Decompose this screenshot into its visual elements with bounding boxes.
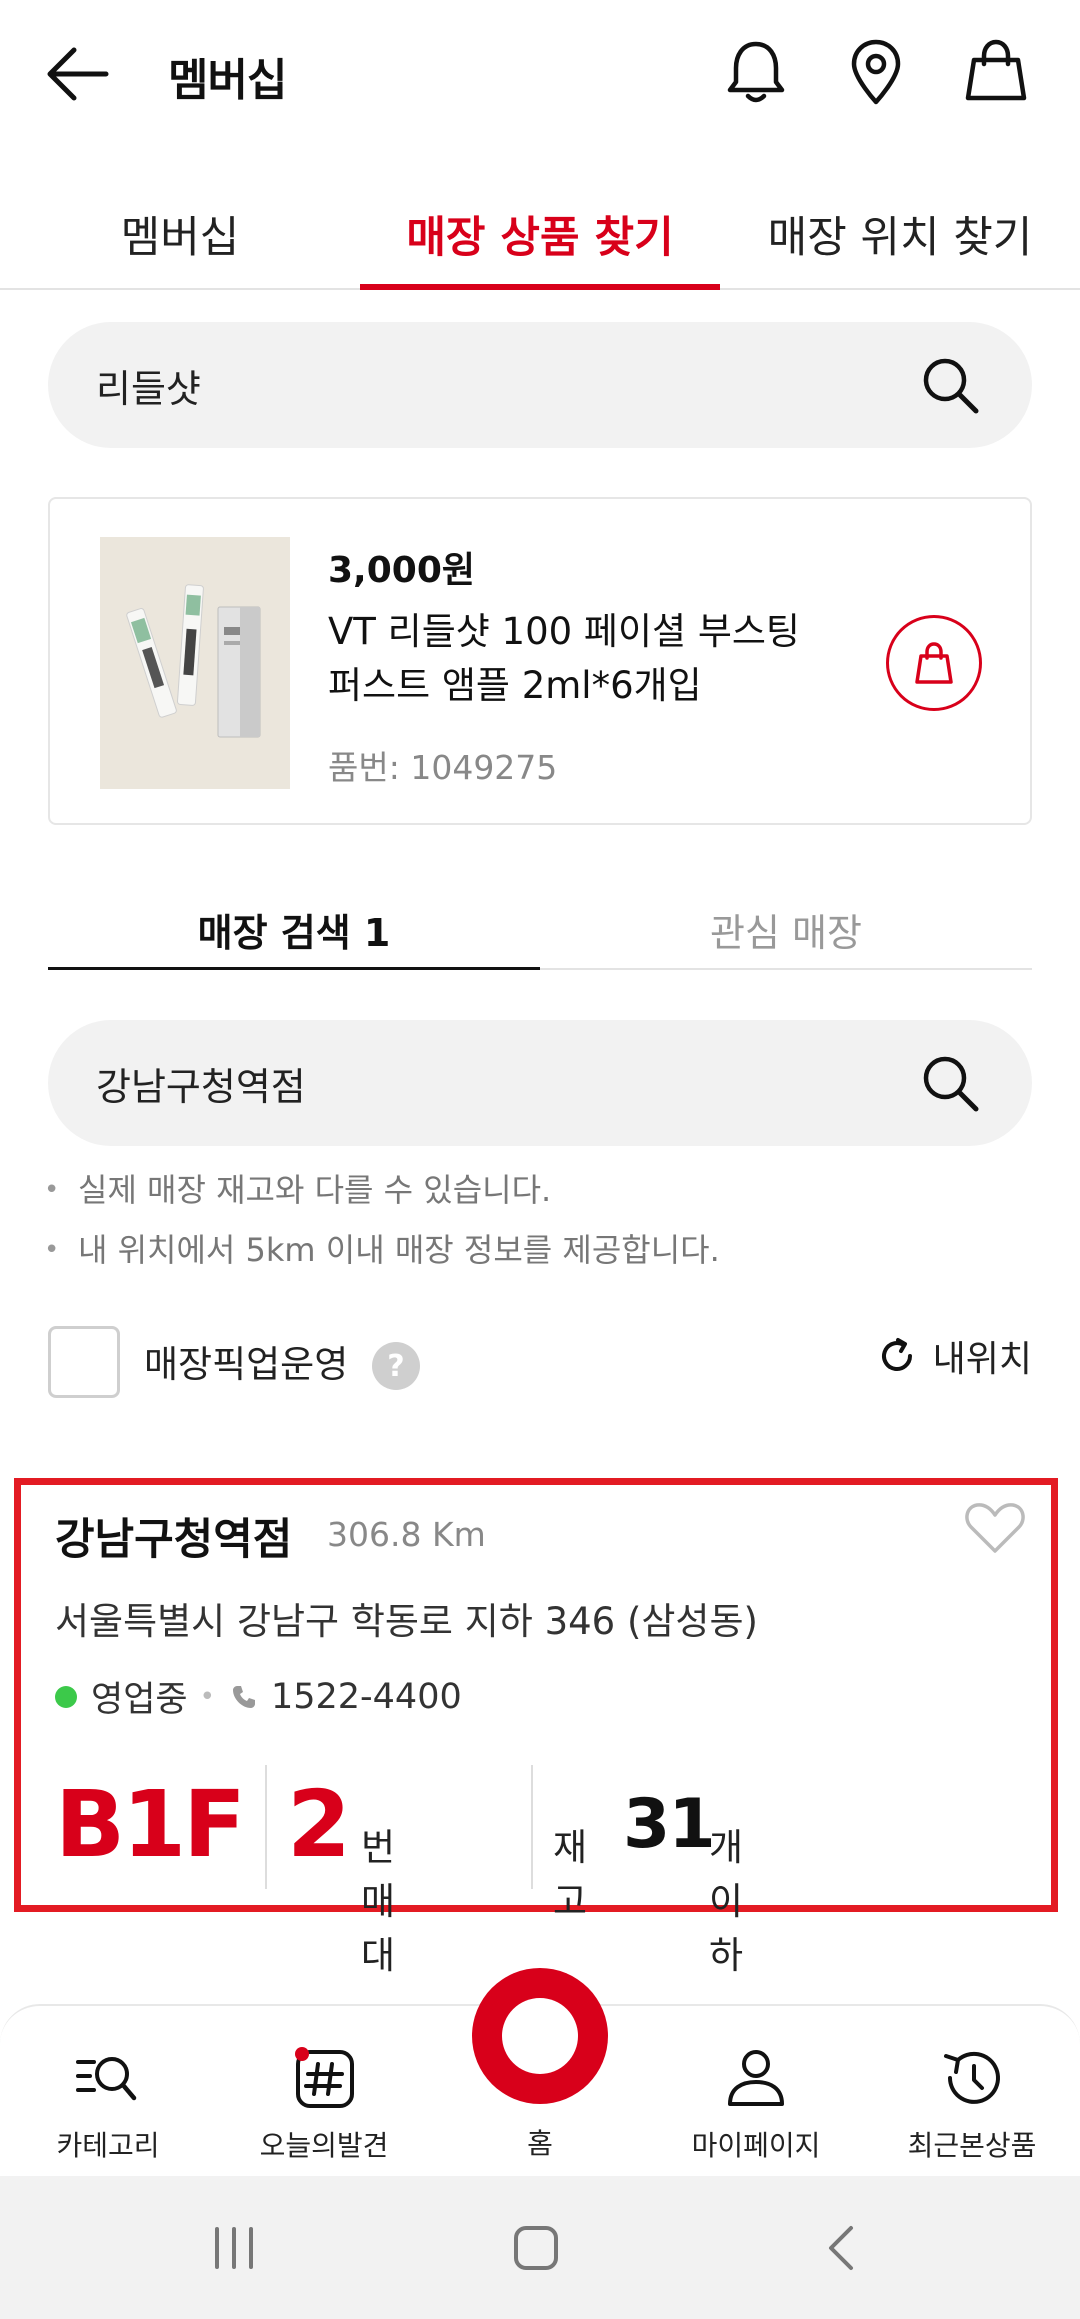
store-name: 강남구청역점 — [55, 1515, 293, 1565]
phone-icon — [232, 1685, 255, 1708]
bell-icon[interactable] — [718, 34, 794, 110]
stock-prefix: 재고 — [553, 1826, 588, 1923]
home-ring-icon[interactable] — [472, 1968, 608, 2104]
nav-today-discovery[interactable]: 오늘의발견 — [216, 2006, 432, 2178]
nav-recent-products-label: 최근본상품 — [907, 2129, 1037, 2162]
open-status-dot — [55, 1685, 77, 1708]
tab-store-search[interactable]: 매장 검색 1 — [48, 890, 540, 970]
add-to-cart-button[interactable] — [886, 615, 982, 711]
store-search-value[interactable]: 강남구청역점 — [96, 1020, 306, 1146]
my-location-button[interactable]: 내위치 — [877, 1330, 1032, 1382]
product-name[interactable]: VT 리들샷 100 페이셜 부스팅 퍼스트 앰플 2ml*6개입 — [328, 605, 808, 713]
stock-count: 31 — [623, 1785, 716, 1864]
shopping-bag-icon — [915, 642, 953, 684]
heart-icon[interactable] — [963, 1499, 1027, 1555]
product-search-value[interactable]: 리들샷 — [96, 322, 201, 448]
notice-list: 실제 매장 재고와 다를 수 있습니다. 내 위치에서 5km 이내 매장 정보… — [44, 1168, 1034, 1288]
location-pin-icon[interactable] — [838, 34, 914, 110]
product-price: 3,000원 — [328, 550, 475, 591]
top-tab-bar: 멤버십 매장 상품 찾기 매장 위치 찾기 — [0, 180, 1080, 290]
pickup-checkbox[interactable] — [48, 1326, 120, 1398]
refresh-icon — [881, 1338, 912, 1372]
product-image — [100, 537, 290, 789]
tab-membership[interactable]: 멤버십 — [0, 180, 360, 288]
search-icon[interactable] — [918, 353, 982, 417]
shelf-number: 2 — [287, 1771, 351, 1878]
history-icon — [936, 2042, 1008, 2114]
separator-dot: • — [199, 1681, 215, 1712]
store-tab-bar: 매장 검색 1 관심 매장 — [48, 890, 1032, 970]
store-search-input[interactable]: 강남구청역점 — [48, 1020, 1032, 1146]
notice-item: 실제 매장 재고와 다를 수 있습니다. — [44, 1168, 1034, 1228]
tab-store-location-search[interactable]: 매장 위치 찾기 — [720, 180, 1080, 288]
nav-category[interactable]: 카테고리 — [0, 2006, 216, 2178]
nav-recent-products[interactable]: 최근본상품 — [864, 2006, 1080, 2178]
category-search-icon — [72, 2042, 144, 2114]
hashtag-icon — [288, 2042, 360, 2114]
nav-category-label: 카테고리 — [56, 2129, 160, 2162]
store-result-card[interactable]: 강남구청역점 306.8 Km 서울특별시 강남구 학동로 지하 346 (삼성… — [14, 1478, 1058, 1977]
my-location-label[interactable]: 내위치 — [933, 1330, 1032, 1382]
nav-today-discovery-label: 오늘의발견 — [259, 2129, 389, 2162]
tab-store-product-search[interactable]: 매장 상품 찾기 — [360, 180, 720, 290]
nav-mypage[interactable]: 마이페이지 — [648, 2006, 864, 2178]
store-open-status: 영업중 — [91, 1680, 188, 1720]
notice-item: 내 위치에서 5km 이내 매장 정보를 제공합니다. — [44, 1228, 1034, 1288]
divider — [531, 1765, 533, 1889]
page-title: 멤버십 — [168, 55, 287, 106]
system-navigation-bar — [0, 2176, 1080, 2319]
store-distance: 306.8 Km — [327, 1515, 486, 1554]
stock-suffix: 개 이하 — [709, 1826, 744, 1977]
system-home-icon[interactable] — [476, 2176, 596, 2319]
search-icon[interactable] — [918, 1051, 982, 1115]
store-phone[interactable]: 1522-4400 — [271, 1677, 462, 1717]
store-floor: B1F — [55, 1771, 246, 1878]
back-arrow-icon[interactable] — [40, 38, 126, 110]
store-status-row: 영업중 • 1522-4400 — [55, 1671, 462, 1722]
shopping-bag-icon[interactable] — [958, 34, 1034, 110]
app-header: 멤버십 — [0, 0, 1080, 150]
nav-home-label[interactable]: 홈 — [432, 2122, 648, 2162]
help-icon[interactable]: ? — [372, 1342, 420, 1390]
system-back-icon[interactable] — [782, 2176, 902, 2319]
shelf-label: 번 매대 — [361, 1826, 396, 1977]
nav-mypage-label: 마이페이지 — [691, 2129, 821, 2162]
divider — [265, 1765, 267, 1889]
recent-apps-icon[interactable] — [174, 2176, 294, 2319]
product-code: 품번: 1049275 — [328, 748, 558, 787]
store-address: 서울특별시 강남구 학동로 지하 346 (삼성동) — [55, 1600, 758, 1643]
person-icon — [720, 2042, 792, 2114]
pickup-label[interactable]: 매장픽업운영 — [144, 1334, 348, 1388]
tab-favorite-stores[interactable]: 관심 매장 — [540, 890, 1032, 968]
product-search-input[interactable]: 리들샷 — [48, 322, 1032, 448]
product-card[interactable]: 3,000원 VT 리들샷 100 페이셜 부스팅 퍼스트 앰플 2ml*6개입… — [48, 497, 1032, 825]
